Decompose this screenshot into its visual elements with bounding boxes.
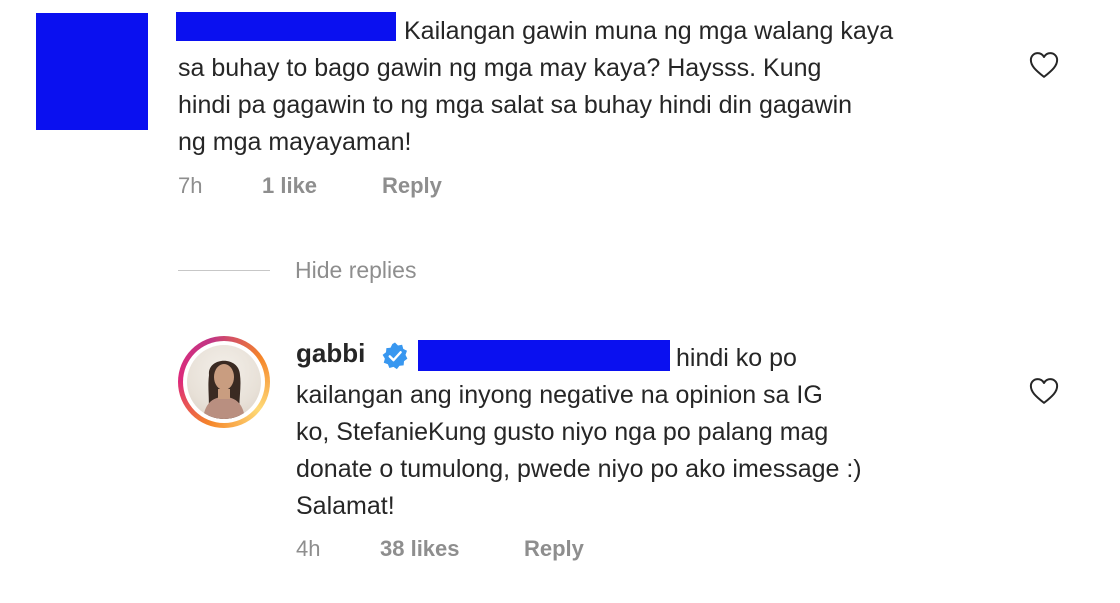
comment-likes[interactable]: 1 like: [262, 173, 317, 199]
hide-replies-divider: [178, 270, 270, 271]
comment-text-line: Kailangan gawin muna ng mga walang kaya: [404, 17, 894, 45]
reply-likes[interactable]: 38 likes: [380, 536, 460, 562]
verified-badge-icon: [382, 342, 408, 370]
redacted-username[interactable]: [176, 12, 396, 41]
reply-button[interactable]: Reply: [382, 173, 442, 199]
comment-time: 7h: [178, 173, 203, 198]
reply-text-line: kailangan ang inyong negative na opinion…: [296, 381, 823, 409]
profile-photo: [187, 345, 261, 419]
reply-text-line: hindi ko po: [676, 344, 797, 372]
comment-text-line: hindi pa gagawin to ng mga salat sa buha…: [178, 91, 853, 119]
hide-replies-button[interactable]: Hide replies: [295, 257, 416, 284]
redacted-mention[interactable]: [418, 340, 670, 371]
reply-time: 4h: [296, 536, 321, 561]
redacted-avatar[interactable]: [36, 13, 148, 130]
avatar[interactable]: [178, 336, 270, 428]
reply-text-line: donate o tumulong, pwede niyo po ako ime…: [296, 455, 862, 483]
comment-text-line: ng mga mayayaman!: [178, 128, 412, 156]
reply-button[interactable]: Reply: [524, 536, 584, 562]
heart-outline-icon[interactable]: [1029, 51, 1059, 79]
reply-text-line: Salamat!: [296, 492, 395, 520]
reply-username[interactable]: gabbi: [296, 338, 365, 369]
heart-outline-icon[interactable]: [1029, 377, 1059, 405]
comment-text-line: sa buhay to bago gawin ng mga may kaya? …: [178, 54, 822, 82]
reply-text-line: ko, StefanieKung gusto niyo nga po palan…: [296, 418, 829, 446]
